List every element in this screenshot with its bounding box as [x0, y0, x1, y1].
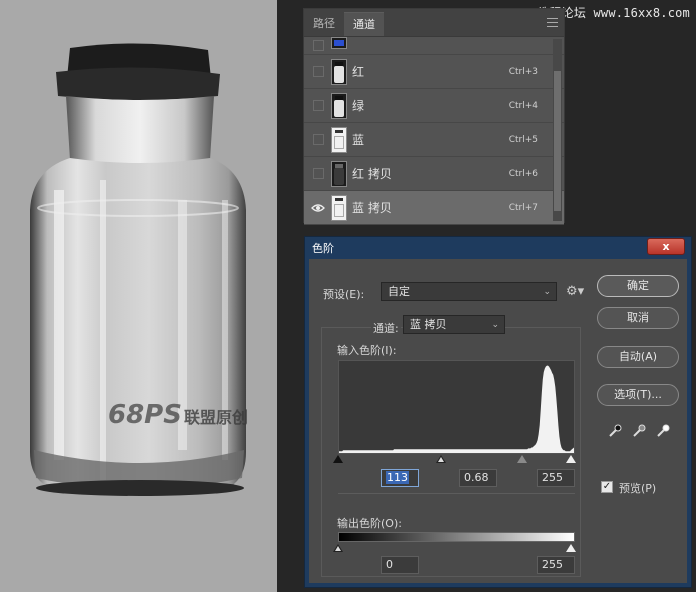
input-gamma-field[interactable]: 0.68 [459, 469, 497, 487]
channel-shortcut: Ctrl+5 [508, 134, 538, 145]
channel-thumbnail [331, 92, 347, 119]
gray-eyedropper-icon[interactable] [631, 423, 647, 439]
eye-icon[interactable] [308, 201, 328, 215]
preview-label: 预览(P) [619, 482, 657, 495]
visibility-toggle[interactable] [308, 167, 328, 181]
dialog-titlebar[interactable]: 色阶 x [305, 237, 691, 257]
bottle-image [30, 43, 246, 496]
white-eyedropper-icon[interactable] [655, 423, 671, 439]
channel-shortcut: Ctrl+7 [508, 202, 538, 213]
output-white-field[interactable]: 255 [537, 556, 575, 574]
canvas-watermark: 68PS 联盟原创 [108, 400, 248, 430]
channel-shortcut: Ctrl+4 [508, 100, 538, 111]
tab-channels[interactable]: 通道 [344, 12, 384, 36]
channel-row[interactable] [304, 36, 564, 55]
preview-checkbox[interactable]: ✓ [601, 481, 613, 493]
visibility-toggle[interactable] [308, 39, 328, 53]
chevron-down-icon: ⌄ [491, 320, 499, 330]
histogram-graph [339, 365, 574, 453]
channel-row[interactable]: 蓝 拷贝 Ctrl+7 [304, 191, 564, 225]
dialog-title: 色阶 [312, 242, 334, 255]
channel-name: 红 [352, 65, 365, 79]
channel-thumbnail [331, 58, 347, 85]
channel-label: 通道: [371, 320, 401, 336]
preset-value: 自定 [388, 285, 410, 298]
channel-scrollbar-thumb[interactable] [554, 71, 561, 211]
input-black-field[interactable]: 113 [381, 469, 419, 487]
panel-menu-icon[interactable] [547, 18, 558, 27]
input-gamma-value: 0.68 [464, 471, 489, 484]
histogram [338, 360, 575, 454]
black-eyedropper-icon[interactable] [607, 423, 623, 439]
input-white-slider[interactable] [566, 455, 576, 463]
channel-row[interactable]: 红 Ctrl+3 [304, 55, 564, 89]
ok-button[interactable]: 确定 [597, 275, 679, 297]
output-black-value: 0 [386, 558, 393, 571]
output-black-field[interactable]: 0 [381, 556, 419, 574]
output-white-value: 255 [542, 558, 563, 571]
channel-row[interactable]: 绿 Ctrl+4 [304, 89, 564, 123]
channel-thumbnail [331, 160, 347, 187]
channel-name: 绿 [352, 99, 365, 113]
levels-dialog: 色阶 x 预设(E): 自定 ⌄ ⚙▾ 通道: 蓝 拷贝 ⌄ 输入色阶(I): … [304, 236, 692, 588]
watermark-text: 联盟原创 [183, 408, 248, 427]
channel-row[interactable]: 红 拷贝 Ctrl+6 [304, 157, 564, 191]
dialog-body: 预设(E): 自定 ⌄ ⚙▾ 通道: 蓝 拷贝 ⌄ 输入色阶(I): 113 0… [309, 259, 687, 583]
auto-button[interactable]: 自动(A) [597, 346, 679, 368]
channel-list: 红 Ctrl+3 绿 Ctrl+4 蓝 Ctrl+5 红 拷贝 Ctrl+6 蓝 拷贝 Ctrl+… [304, 36, 564, 225]
document-canvas[interactable]: 68PS 联盟原创 [0, 0, 277, 592]
channel-select[interactable]: 蓝 拷贝 ⌄ [403, 315, 505, 334]
input-black-slider[interactable] [333, 455, 343, 463]
channel-name: 蓝 拷贝 [352, 201, 392, 215]
preset-label: 预设(E): [323, 288, 365, 301]
watermark-number: 68PS [108, 400, 182, 430]
input-gamma-slider[interactable] [517, 455, 527, 463]
input-levels-label: 输入色阶(I): [337, 344, 397, 357]
channel-name: 红 拷贝 [352, 167, 392, 181]
close-button[interactable]: x [647, 238, 685, 255]
channel-value: 蓝 拷贝 [410, 318, 447, 331]
visibility-toggle[interactable] [308, 65, 328, 79]
output-white-slider[interactable] [566, 544, 576, 552]
preset-select[interactable]: 自定 ⌄ [381, 282, 557, 301]
channel-thumbnail [331, 36, 347, 49]
channel-shortcut: Ctrl+6 [508, 168, 538, 179]
chevron-down-icon: ⌄ [543, 287, 551, 297]
visibility-toggle[interactable] [308, 99, 328, 113]
panel-tab-bar: 路径 通道 [304, 9, 564, 37]
channel-thumbnail [331, 126, 347, 153]
input-white-field[interactable]: 255 [537, 469, 575, 487]
input-black-point-slider[interactable] [436, 455, 446, 463]
channel-row[interactable]: 蓝 Ctrl+5 [304, 123, 564, 157]
input-white-value: 255 [542, 471, 563, 484]
channel-thumbnail [331, 194, 347, 221]
output-black-slider[interactable] [333, 544, 343, 552]
visibility-toggle[interactable] [308, 133, 328, 147]
options-button[interactable]: 选项(T)... [597, 384, 679, 406]
output-gradient-bar [338, 532, 575, 542]
tab-paths[interactable]: 路径 [304, 12, 344, 36]
output-levels-label: 输出色阶(O): [337, 517, 402, 530]
channels-panel: 路径 通道 红 Ctrl+3 绿 Ctrl+4 蓝 Ctrl+5 红 拷贝 Ctrl+6 蓝 拷… [303, 8, 565, 225]
group-divider [338, 493, 575, 494]
channel-name: 蓝 [352, 133, 365, 147]
gear-icon[interactable]: ⚙▾ [566, 284, 584, 299]
cancel-button[interactable]: 取消 [597, 307, 679, 329]
histogram-area [339, 365, 574, 453]
channel-shortcut: Ctrl+3 [508, 66, 538, 77]
input-black-value: 113 [386, 471, 409, 484]
